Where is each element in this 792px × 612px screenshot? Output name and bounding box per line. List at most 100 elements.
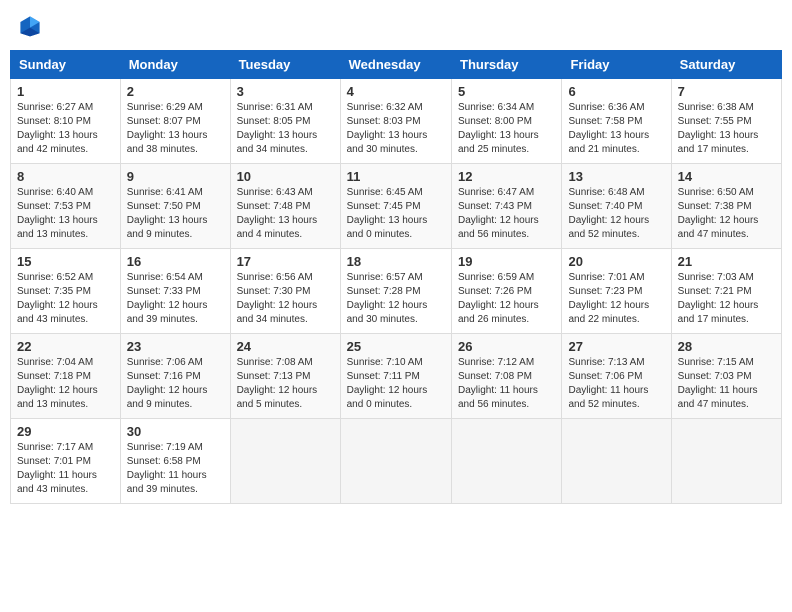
day-number: 7 (678, 84, 775, 99)
day-header-monday: Monday (120, 51, 230, 79)
calendar-cell: 26Sunrise: 7:12 AM Sunset: 7:08 PM Dayli… (452, 334, 562, 419)
day-info: Sunrise: 6:27 AM Sunset: 8:10 PM Dayligh… (17, 101, 114, 157)
day-header-sunday: Sunday (11, 51, 121, 79)
calendar-cell: 17 Sunrise: 6:56 AM Sunset: 7:30 PM Dayli… (230, 249, 340, 334)
day-info: Sunrise: 6:50 AM Sunset: 7:38 PM Dayligh… (678, 186, 775, 242)
day-info: Sunrise: 7:01 AM Sunset: 7:23 PM Dayligh… (568, 271, 664, 327)
day-info: Sunrise: 7:19 AM Sunset: 6:58 PM Dayligh… (127, 441, 224, 497)
day-header-tuesday: Tuesday (230, 51, 340, 79)
day-number: 10 (237, 169, 334, 184)
day-number: 18 (347, 254, 445, 269)
day-info: Sunrise: 6:29 AM Sunset: 8:07 PM Dayligh… (127, 101, 224, 157)
day-info: Sunrise: 6:52 AM Sunset: 7:35 PM Dayligh… (17, 271, 114, 327)
day-header-wednesday: Wednesday (340, 51, 451, 79)
calendar-cell: 13 Sunrise: 6:48 AM Sunset: 7:40 PM Dayli… (562, 164, 671, 249)
day-info: Sunrise: 6:40 AM Sunset: 7:53 PM Dayligh… (17, 186, 114, 242)
calendar-cell: 14 Sunrise: 6:50 AM Sunset: 7:38 PM Dayli… (671, 164, 781, 249)
day-number: 5 (458, 84, 555, 99)
days-header-row: SundayMondayTuesdayWednesdayThursdayFrid… (11, 51, 782, 79)
calendar-cell: 12 Sunrise: 6:47 AM Sunset: 7:43 PM Dayli… (452, 164, 562, 249)
day-info: Sunrise: 6:54 AM Sunset: 7:33 PM Dayligh… (127, 271, 224, 327)
week-row-5: 29 Sunrise: 7:17 AM Sunset: 7:01 PM Dayli… (11, 419, 782, 504)
calendar-cell (671, 419, 781, 504)
day-info: Sunrise: 7:15 AM Sunset: 7:03 PM Dayligh… (678, 356, 775, 412)
calendar-cell: 4 Sunrise: 6:32 AM Sunset: 8:03 PM Daylig… (340, 79, 451, 164)
day-number: 9 (127, 169, 224, 184)
day-info: Sunrise: 6:45 AM Sunset: 7:45 PM Dayligh… (347, 186, 445, 242)
calendar-cell: 6 Sunrise: 6:36 AM Sunset: 7:58 PM Daylig… (562, 79, 671, 164)
day-info: Sunrise: 6:48 AM Sunset: 7:40 PM Dayligh… (568, 186, 664, 242)
day-info: Sunrise: 6:34 AM Sunset: 8:00 PM Dayligh… (458, 101, 555, 157)
calendar-cell: 18 Sunrise: 6:57 AM Sunset: 7:28 PM Dayli… (340, 249, 451, 334)
day-number: 14 (678, 169, 775, 184)
day-info: Sunrise: 7:17 AM Sunset: 7:01 PM Dayligh… (17, 441, 114, 497)
week-row-1: 1 Sunrise: 6:27 AM Sunset: 8:10 PM Daylig… (11, 79, 782, 164)
calendar-cell: 24 Sunrise: 7:08 AM Sunset: 7:13 PM Dayli… (230, 334, 340, 419)
day-info: Sunrise: 6:41 AM Sunset: 7:50 PM Dayligh… (127, 186, 224, 242)
calendar-cell: 5 Sunrise: 6:34 AM Sunset: 8:00 PM Daylig… (452, 79, 562, 164)
day-info: Sunrise: 6:57 AM Sunset: 7:28 PM Dayligh… (347, 271, 445, 327)
day-number: 13 (568, 169, 664, 184)
day-number: 24 (237, 339, 334, 354)
calendar-cell: 20 Sunrise: 7:01 AM Sunset: 7:23 PM Dayli… (562, 249, 671, 334)
calendar-cell: 8 Sunrise: 6:40 AM Sunset: 7:53 PM Daylig… (11, 164, 121, 249)
day-header-friday: Friday (562, 51, 671, 79)
calendar-cell (340, 419, 451, 504)
calendar-cell: 27 Sunrise: 7:13 AM Sunset: 7:06 PM Dayli… (562, 334, 671, 419)
calendar-cell: 3 Sunrise: 6:31 AM Sunset: 8:05 PM Daylig… (230, 79, 340, 164)
day-number: 22 (17, 339, 114, 354)
day-info: Sunrise: 6:32 AM Sunset: 8:03 PM Dayligh… (347, 101, 445, 157)
logo (18, 14, 46, 38)
day-number: 30 (127, 424, 224, 439)
day-number: 2 (127, 84, 224, 99)
day-number: 29 (17, 424, 114, 439)
day-info: Sunrise: 7:08 AM Sunset: 7:13 PM Dayligh… (237, 356, 334, 412)
calendar-cell: 9 Sunrise: 6:41 AM Sunset: 7:50 PM Daylig… (120, 164, 230, 249)
calendar-cell: 25 Sunrise: 7:10 AM Sunset: 7:11 PM Dayli… (340, 334, 451, 419)
day-number: 25 (347, 339, 445, 354)
calendar-cell: 2 Sunrise: 6:29 AM Sunset: 8:07 PM Daylig… (120, 79, 230, 164)
day-info: Sunrise: 7:03 AM Sunset: 7:21 PM Dayligh… (678, 271, 775, 327)
day-number: 3 (237, 84, 334, 99)
calendar-table: SundayMondayTuesdayWednesdayThursdayFrid… (10, 50, 782, 504)
day-info: Sunrise: 6:31 AM Sunset: 8:05 PM Dayligh… (237, 101, 334, 157)
week-row-4: 22 Sunrise: 7:04 AM Sunset: 7:18 PM Dayli… (11, 334, 782, 419)
day-number: 1 (17, 84, 114, 99)
day-info: Sunrise: 6:47 AM Sunset: 7:43 PM Dayligh… (458, 186, 555, 242)
day-number: 17 (237, 254, 334, 269)
calendar-cell: 21Sunrise: 7:03 AM Sunset: 7:21 PM Dayli… (671, 249, 781, 334)
calendar-cell (452, 419, 562, 504)
calendar-cell: 1 Sunrise: 6:27 AM Sunset: 8:10 PM Daylig… (11, 79, 121, 164)
day-info: Sunrise: 6:56 AM Sunset: 7:30 PM Dayligh… (237, 271, 334, 327)
calendar-cell: 29 Sunrise: 7:17 AM Sunset: 7:01 PM Dayli… (11, 419, 121, 504)
day-info: Sunrise: 7:10 AM Sunset: 7:11 PM Dayligh… (347, 356, 445, 412)
day-info: Sunrise: 6:43 AM Sunset: 7:48 PM Dayligh… (237, 186, 334, 242)
day-number: 8 (17, 169, 114, 184)
day-number: 6 (568, 84, 664, 99)
day-number: 28 (678, 339, 775, 354)
day-number: 27 (568, 339, 664, 354)
day-info: Sunrise: 7:06 AM Sunset: 7:16 PM Dayligh… (127, 356, 224, 412)
day-number: 23 (127, 339, 224, 354)
calendar-cell: 7 Sunrise: 6:38 AM Sunset: 7:55 PM Daylig… (671, 79, 781, 164)
calendar-cell: 19Sunrise: 6:59 AM Sunset: 7:26 PM Dayli… (452, 249, 562, 334)
day-header-saturday: Saturday (671, 51, 781, 79)
calendar-cell: 11Sunrise: 6:45 AM Sunset: 7:45 PM Dayli… (340, 164, 451, 249)
day-number: 19 (458, 254, 555, 269)
day-info: Sunrise: 6:38 AM Sunset: 7:55 PM Dayligh… (678, 101, 775, 157)
week-row-3: 15 Sunrise: 6:52 AM Sunset: 7:35 PM Dayli… (11, 249, 782, 334)
logo-icon (18, 14, 42, 38)
day-number: 12 (458, 169, 555, 184)
day-number: 20 (568, 254, 664, 269)
day-header-thursday: Thursday (452, 51, 562, 79)
day-number: 26 (458, 339, 555, 354)
day-number: 15 (17, 254, 114, 269)
calendar-cell: 28 Sunrise: 7:15 AM Sunset: 7:03 PM Dayli… (671, 334, 781, 419)
day-info: Sunrise: 6:36 AM Sunset: 7:58 PM Dayligh… (568, 101, 664, 157)
day-number: 4 (347, 84, 445, 99)
calendar-cell (562, 419, 671, 504)
day-info: Sunrise: 7:04 AM Sunset: 7:18 PM Dayligh… (17, 356, 114, 412)
day-info: Sunrise: 7:13 AM Sunset: 7:06 PM Dayligh… (568, 356, 664, 412)
page-header (10, 10, 782, 42)
calendar-cell: 15 Sunrise: 6:52 AM Sunset: 7:35 PM Dayli… (11, 249, 121, 334)
